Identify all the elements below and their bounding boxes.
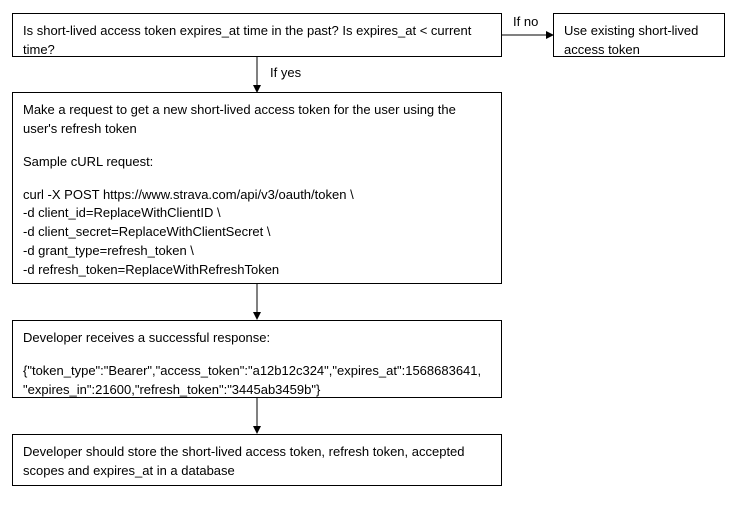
- sample-curl-label: Sample cURL request:: [23, 153, 491, 172]
- edge-label-if-yes: If yes: [270, 65, 301, 80]
- curl-line-3: -d client_secret=ReplaceWithClientSecret…: [23, 223, 491, 242]
- arrow-if-yes: [252, 57, 262, 93]
- curl-line-4: -d grant_type=refresh_token \: [23, 242, 491, 261]
- use-existing-text: Use existing short-lived access token: [564, 23, 698, 57]
- curl-line-5: -d refresh_token=ReplaceWithRefreshToken: [23, 261, 491, 280]
- refresh-request-box: Make a request to get a new short-lived …: [12, 92, 502, 284]
- store-text: Developer should store the short-lived a…: [23, 444, 465, 478]
- edge-label-if-no: If no: [513, 14, 538, 29]
- response-box: Developer receives a successful response…: [12, 320, 502, 398]
- curl-line-2: -d client_id=ReplaceWithClientID \: [23, 204, 491, 223]
- arrow-response-to-store: [252, 398, 262, 434]
- decision-box: Is short-lived access token expires_at t…: [12, 13, 502, 57]
- curl-line-1: curl -X POST https://www.strava.com/api/…: [23, 186, 491, 205]
- refresh-request-intro: Make a request to get a new short-lived …: [23, 101, 491, 139]
- response-body: {"token_type":"Bearer","access_token":"a…: [23, 362, 491, 400]
- decision-text: Is short-lived access token expires_at t…: [23, 23, 471, 57]
- response-intro: Developer receives a successful response…: [23, 329, 491, 348]
- use-existing-box: Use existing short-lived access token: [553, 13, 725, 57]
- store-box: Developer should store the short-lived a…: [12, 434, 502, 486]
- arrow-if-no: [502, 30, 554, 40]
- arrow-request-to-response: [252, 284, 262, 320]
